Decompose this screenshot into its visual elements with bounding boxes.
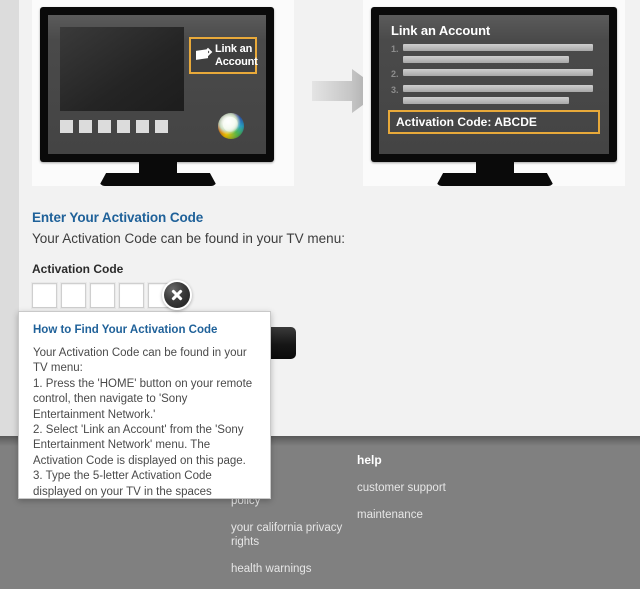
tv-app-tile [117, 120, 130, 133]
tv-menu-line [403, 56, 569, 63]
tv-stand-base [436, 173, 554, 186]
page-title: Enter Your Activation Code [32, 210, 204, 225]
tv-menu-number: 1. [391, 44, 399, 54]
tv-menu-number: 2. [391, 69, 399, 79]
activation-form: Enter Your Activation Code Your Activati… [31, 210, 592, 309]
tv-app-tile [136, 120, 149, 133]
tv-menu-line [403, 44, 593, 51]
tv-link-an-account-box: Link an Account [189, 37, 258, 74]
activation-code-input-4[interactable] [118, 282, 145, 309]
tv-app-tile [98, 120, 111, 133]
footer-link[interactable]: s [0, 562, 166, 576]
popover-step-3: 3. Type the 5-letter Activation Code dis… [33, 470, 212, 498]
tv-menu-number: 3. [391, 85, 399, 95]
illustration-band: Link an Account Link an Account 1. 2. 3.… [19, 0, 640, 186]
footer-column-help: help customer support maintenance [357, 453, 497, 535]
tv-menu-line [403, 97, 569, 104]
tv-video-area [60, 27, 184, 111]
page-subtext: Your Activation Code can be found in you… [32, 231, 345, 246]
screen-pointer-icon [196, 47, 213, 62]
illustration-tile-left: Link an Account [32, 0, 294, 186]
popover-intro: Your Activation Code can be found in you… [33, 347, 247, 375]
activation-code-input-group [31, 282, 592, 309]
tv-app-tile [60, 120, 73, 133]
tv-link-label-line1: Link an [215, 43, 253, 55]
tv-activation-code-box: Activation Code: ABCDE [388, 110, 600, 134]
footer-link[interactable]: health warnings [231, 562, 351, 576]
sony-entertainment-orb-icon [218, 113, 244, 139]
popover-title: How to Find Your Activation Code [33, 324, 218, 336]
illustration-tile-right: Link an Account 1. 2. 3. Activation Code… [363, 0, 625, 186]
tv-screen: Link an Account [48, 15, 266, 154]
tv-menu-line [403, 69, 593, 76]
tv-app-tile [155, 120, 168, 133]
page-root: Link an Account Link an Account 1. 2. 3.… [0, 0, 640, 589]
footer-link-maintenance[interactable]: maintenance [357, 508, 497, 522]
footer-link[interactable]: your california privacy rights [231, 521, 351, 549]
activation-code-label: Activation Code [32, 262, 124, 276]
tv-screen: Link an Account 1. 2. 3. Activation Code… [379, 15, 609, 154]
activation-code-input-3[interactable] [89, 282, 116, 309]
popover-body: Your Activation Code can be found in you… [33, 346, 256, 498]
tv-menu-line [403, 85, 593, 92]
tv-menu-title: Link an Account [391, 23, 491, 38]
footer-link[interactable]: s [0, 508, 166, 522]
activation-code-input-2[interactable] [60, 282, 87, 309]
activation-code-input-1[interactable] [31, 282, 58, 309]
footer-link[interactable]: ws [0, 535, 166, 549]
close-icon[interactable] [162, 280, 192, 310]
left-gutter [0, 0, 19, 436]
footer-heading-help: help [357, 453, 382, 467]
tv-app-tile [79, 120, 92, 133]
footer-link-customer-support[interactable]: customer support [357, 481, 497, 495]
tv-link-label-line2: Account [215, 55, 258, 68]
popover-step-2: 2. Select 'Link an Account' from the 'So… [33, 424, 246, 467]
tv-stand-base [99, 173, 217, 186]
how-to-find-code-popover: How to Find Your Activation Code Your Ac… [18, 311, 271, 499]
tv-app-tiles [60, 120, 168, 133]
popover-step-1: 1. Press the 'HOME' button on your remot… [33, 377, 253, 421]
